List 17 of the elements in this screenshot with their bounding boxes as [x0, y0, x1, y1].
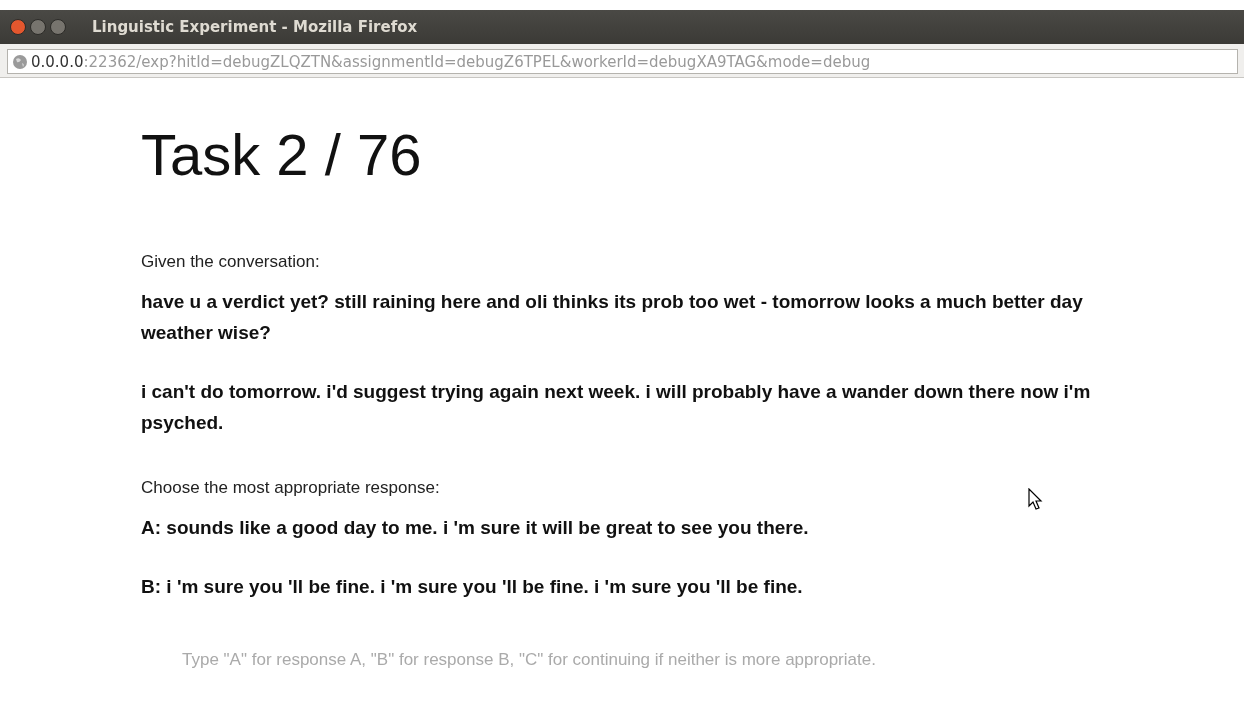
maximize-icon[interactable] — [50, 19, 66, 35]
address-bar[interactable]: 0.0.0.0:22362/exp?hitId=debugZLQZTN&assignmentId=debugZ6TPEL&workerId=debugXA9TAG&mode=debug — [7, 49, 1238, 74]
responses-label: Choose the most appropriate response: — [141, 478, 441, 498]
cursor-icon — [1028, 488, 1044, 512]
window-title: Linguistic Experiment - Mozilla Firefox — [92, 18, 418, 36]
response-option: A: sounds like a good day to me. i 'm sure it will be great to see you there. — [141, 512, 1130, 543]
url-path: :22362/exp?hitId=debugZLQZTN&assignmentId=debugZ6TPEL&workerId=debugXA9TAG&mode=debug — [83, 52, 871, 71]
globe-icon — [12, 53, 28, 70]
response-option: B: i 'm sure you 'll be fine. i 'm sure you 'll be fine. i 'm sure you 'll be fine. — [141, 571, 1130, 602]
close-icon[interactable] — [10, 19, 26, 35]
url-host: 0.0.0.0 — [31, 52, 84, 71]
conversation-label: Given the conversation: — [141, 252, 321, 272]
minimize-icon[interactable] — [30, 19, 46, 35]
conversation-message: i can't do tomorrow. i'd suggest trying again next week. i will probably have a wander down there now i'm psyched. — [141, 380, 1092, 435]
conversation-message: have u a verdict yet? still raining here and oli thinks its prob too wet - tomorrow looks a much better day weather wise? — [141, 290, 1084, 345]
instructions-text: Type "A" for response A, "B" for response B, "C" for continuing if neither is more appropriate. — [182, 650, 877, 670]
task-heading: Task 2 / 76 — [141, 126, 423, 184]
